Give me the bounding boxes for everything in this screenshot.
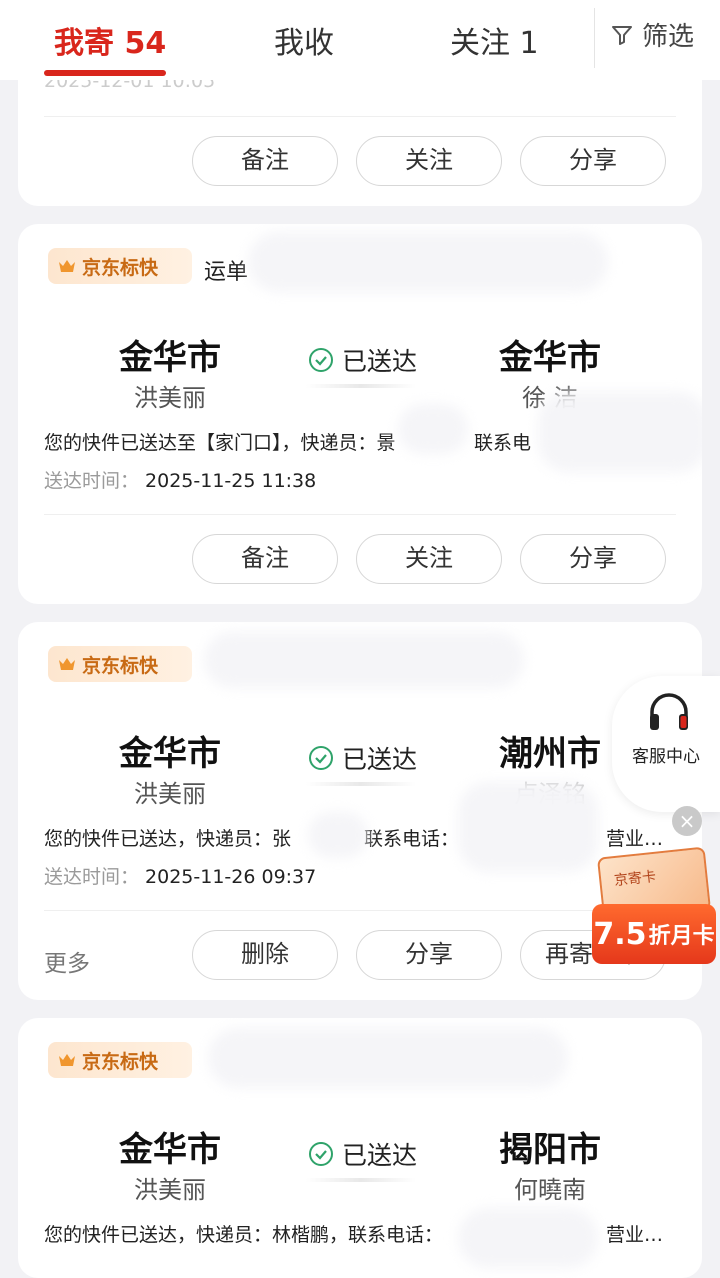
redacted-phone bbox=[458, 1208, 598, 1268]
active-tab-indicator bbox=[44, 70, 166, 76]
close-promo-button[interactable]: × bbox=[672, 806, 702, 836]
crown-icon bbox=[59, 260, 75, 272]
customer-service-label: 客服中心 bbox=[632, 747, 700, 767]
redacted-waybill bbox=[208, 1028, 568, 1088]
share-button[interactable]: 分享 bbox=[356, 930, 502, 980]
delivery-status: 已送达 bbox=[308, 342, 468, 378]
carrier-name: 京东标快 bbox=[82, 654, 159, 677]
tab-received[interactable]: 我收 bbox=[274, 18, 334, 62]
delivery-status: 已送达 bbox=[308, 1136, 468, 1172]
crown-icon bbox=[59, 658, 75, 670]
tab-following[interactable]: 关注 1 bbox=[450, 18, 539, 62]
promo-discount: 7.5 bbox=[593, 916, 647, 952]
destination-city: 金华市 bbox=[499, 338, 601, 378]
follow-button[interactable]: 关注 bbox=[356, 136, 502, 186]
divider bbox=[44, 514, 676, 515]
contact-label: 联系电话： bbox=[364, 828, 460, 850]
origin-city: 金华市 bbox=[119, 338, 221, 378]
more-button[interactable]: 更多 bbox=[44, 944, 90, 978]
recipient-name: 何曉南 bbox=[514, 1176, 586, 1204]
filter-icon bbox=[612, 25, 632, 45]
route-line bbox=[306, 1178, 416, 1182]
delete-button[interactable]: 删除 bbox=[192, 930, 338, 980]
crown-icon bbox=[59, 1054, 75, 1066]
redacted-courier bbox=[398, 404, 468, 454]
status-label: 已送达 bbox=[342, 1141, 418, 1170]
customer-service-button[interactable]: 客服中心 bbox=[612, 676, 720, 812]
carrier-badge: 京东标快 bbox=[48, 248, 192, 284]
origin-city: 金华市 bbox=[119, 1130, 221, 1170]
promo-banner: 7.5 折月卡 bbox=[592, 904, 716, 964]
contact-label: 联系电 bbox=[474, 432, 532, 454]
delivery-time: 送达时间： 2025-11-25 11:38 bbox=[44, 470, 317, 492]
status-label: 已送达 bbox=[342, 745, 418, 774]
redacted-courier bbox=[308, 812, 368, 858]
note-button[interactable]: 备注 bbox=[192, 136, 338, 186]
carrier-badge: 京东标快 bbox=[48, 1042, 192, 1078]
status-label: 已送达 bbox=[342, 347, 418, 376]
check-circle-icon bbox=[309, 348, 333, 372]
note-button[interactable]: 备注 bbox=[192, 534, 338, 584]
filter-label: 筛选 bbox=[642, 22, 695, 52]
carrier-badge: 京东标快 bbox=[48, 646, 192, 682]
share-button[interactable]: 分享 bbox=[520, 534, 666, 584]
waybill-label: 运单 bbox=[204, 260, 249, 285]
check-circle-icon bbox=[309, 1142, 333, 1166]
monthly-card-promo[interactable]: 京寄卡 7.5 折月卡 bbox=[592, 846, 716, 968]
promo-label: 折月卡 bbox=[648, 924, 715, 949]
destination-city: 揭阳市 bbox=[499, 1130, 601, 1170]
sender-name: 洪美丽 bbox=[134, 1176, 206, 1204]
divider bbox=[594, 8, 595, 68]
share-button[interactable]: 分享 bbox=[520, 136, 666, 186]
tab-sent[interactable]: 我寄 54 bbox=[54, 18, 166, 62]
origin-city: 金华市 bbox=[119, 734, 221, 774]
route-line bbox=[306, 782, 416, 786]
follow-button[interactable]: 关注 bbox=[356, 534, 502, 584]
shipment-card[interactable]: 京东标快 运单 金华市 洪美丽 已送达 金华市 徐 洁 您的快件已送达至【家门口… bbox=[18, 224, 702, 604]
redacted-waybill bbox=[248, 232, 608, 292]
delivery-message: 您的快件已送达，快递员：张 bbox=[44, 828, 292, 850]
delivery-message: 您的快件已送达至【家门口】，快递员：景 bbox=[44, 432, 396, 454]
check-circle-icon bbox=[309, 746, 333, 770]
headset-icon bbox=[650, 693, 688, 730]
delivery-status: 已送达 bbox=[308, 740, 468, 776]
carrier-name: 京东标快 bbox=[82, 1050, 159, 1073]
divider bbox=[44, 910, 676, 911]
filter-button[interactable]: 筛选 bbox=[610, 16, 694, 53]
carrier-name: 京东标快 bbox=[82, 256, 159, 279]
redacted-phone bbox=[458, 782, 598, 872]
redacted-phone bbox=[538, 392, 702, 472]
redacted-waybill bbox=[204, 632, 524, 688]
delivery-time: 送达时间： 2025-11-26 09:37 bbox=[44, 866, 317, 888]
sender-name: 洪美丽 bbox=[134, 780, 206, 808]
shipment-card[interactable]: 京东标快 金华市 洪美丽 已送达 揭阳市 何曉南 您的快件已送达，快递员：林楷鹏… bbox=[18, 1018, 702, 1278]
divider bbox=[44, 116, 676, 117]
top-tab-bar: 我寄 54 我收 关注 1 筛选 bbox=[0, 0, 720, 80]
sender-name: 洪美丽 bbox=[134, 384, 206, 412]
route-line bbox=[306, 384, 416, 388]
